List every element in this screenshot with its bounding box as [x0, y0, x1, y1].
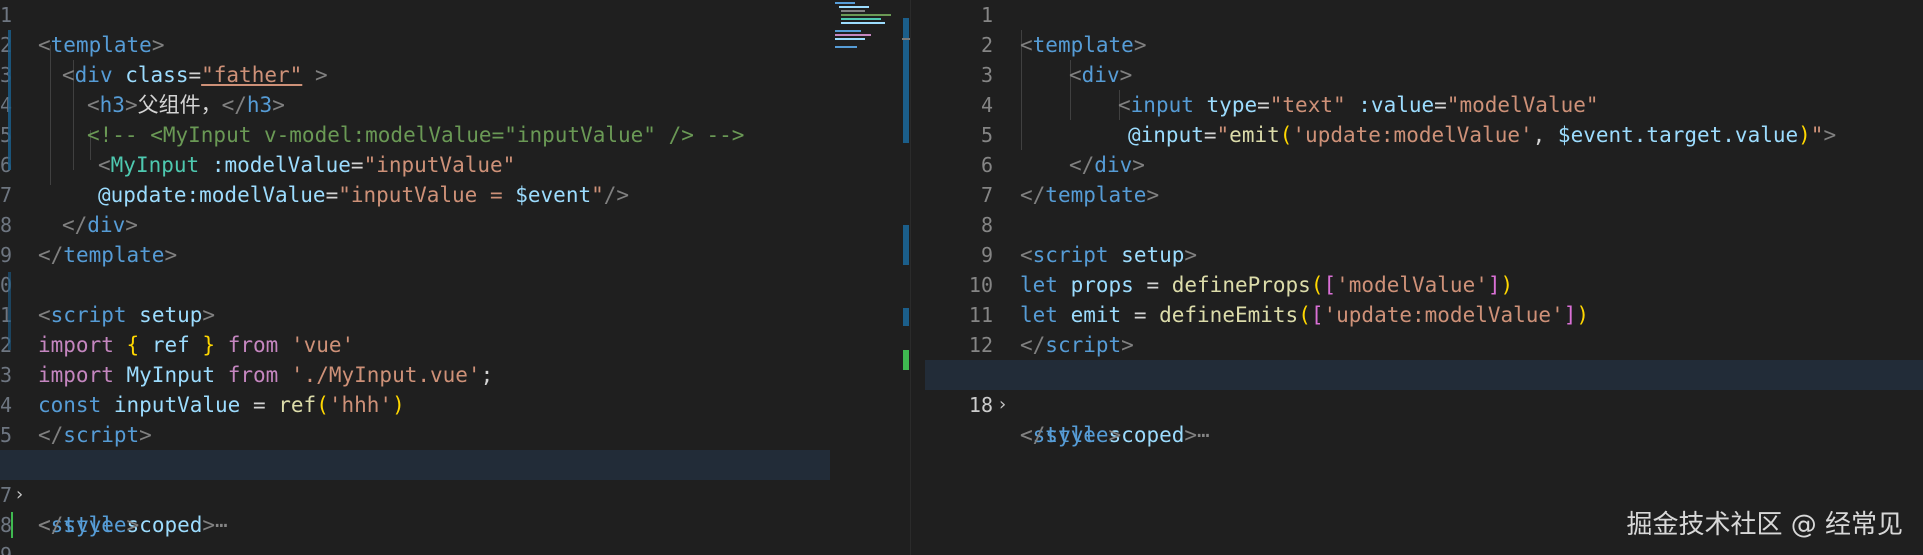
style-close-tag: style [63, 513, 127, 537]
code-line[interactable]: let props = defineProps(['modelValue']) [925, 240, 1923, 297]
folded-ellipsis[interactable]: ⋯ [1197, 423, 1210, 447]
code-line[interactable]: </script> [925, 300, 1923, 357]
code-line[interactable]: const inputValue = ref('hhh') [0, 360, 910, 417]
code-line-folded[interactable]: › <style scoped>⋯ [925, 360, 1923, 447]
minimap-preview [835, 2, 891, 48]
code-line[interactable]: </template> [0, 210, 910, 267]
code-line[interactable]: import MyInput from './MyInput.vue'; [0, 330, 910, 387]
code-line[interactable]: @update:modelValue="inputValue = $event"… [0, 150, 910, 207]
code-line[interactable]: <template> [925, 0, 1923, 57]
scrollbar-marker [903, 308, 909, 326]
scrollbar-marker [903, 350, 909, 370]
watermark: 掘金技术社区 @ 经常见 [1626, 510, 1903, 540]
code-line[interactable]: <MyInput :modelValue="inputValue" [0, 120, 910, 177]
code-line[interactable]: let emit = defineEmits(['update:modelVal… [925, 270, 1923, 327]
scrollbar-marker [903, 18, 909, 143]
code-line[interactable]: <input type="text" :value="modelValue" [925, 60, 1923, 117]
scroll-position-marker [902, 38, 910, 40]
code-line[interactable]: </template> [925, 150, 1923, 207]
editor-split-divider[interactable] [910, 0, 926, 555]
code-line[interactable]: <template> [0, 0, 910, 57]
script-close-tag: script [1045, 333, 1122, 357]
script-close-tag: script [63, 423, 140, 447]
code-line[interactable]: @input="emit('update:modelValue', $event… [925, 90, 1923, 147]
code-line[interactable]: <script setup> [0, 270, 910, 327]
code-line-folded[interactable]: › <style scoped>⋯ [0, 450, 830, 537]
code-line[interactable]: </style> [925, 390, 1923, 447]
minimap[interactable] [833, 0, 909, 555]
line-number: 9 [0, 540, 910, 555]
code-line[interactable]: </script> [0, 390, 910, 447]
code-line[interactable]: </style> [0, 480, 910, 537]
code-line[interactable]: </div> [925, 120, 1923, 177]
left-editor-pane[interactable]: 1234567890123456789 <template> <div clas… [0, 0, 910, 555]
folded-ellipsis[interactable]: ⋯ [215, 513, 228, 537]
right-editor-pane[interactable]: 1234567891011121318 <template> <div> <in… [925, 0, 1923, 555]
style-close-tag: style [1045, 423, 1109, 447]
code-line[interactable]: </div> [0, 180, 910, 237]
scrollbar-marker [903, 225, 909, 265]
code-line[interactable]: <div class="father" > [0, 30, 910, 87]
code-line[interactable]: <script setup> [925, 210, 1923, 267]
code-line[interactable]: <div> [925, 30, 1923, 87]
code-line[interactable]: <h3>父组件，</h3> [0, 60, 910, 117]
code-line[interactable]: import { ref } from 'vue' [0, 300, 910, 357]
template-close-tag: template [63, 243, 165, 267]
template-close-tag: template [1045, 183, 1147, 207]
code-line[interactable]: <!-- <MyInput v-model:modelValue="inputV… [0, 90, 910, 147]
